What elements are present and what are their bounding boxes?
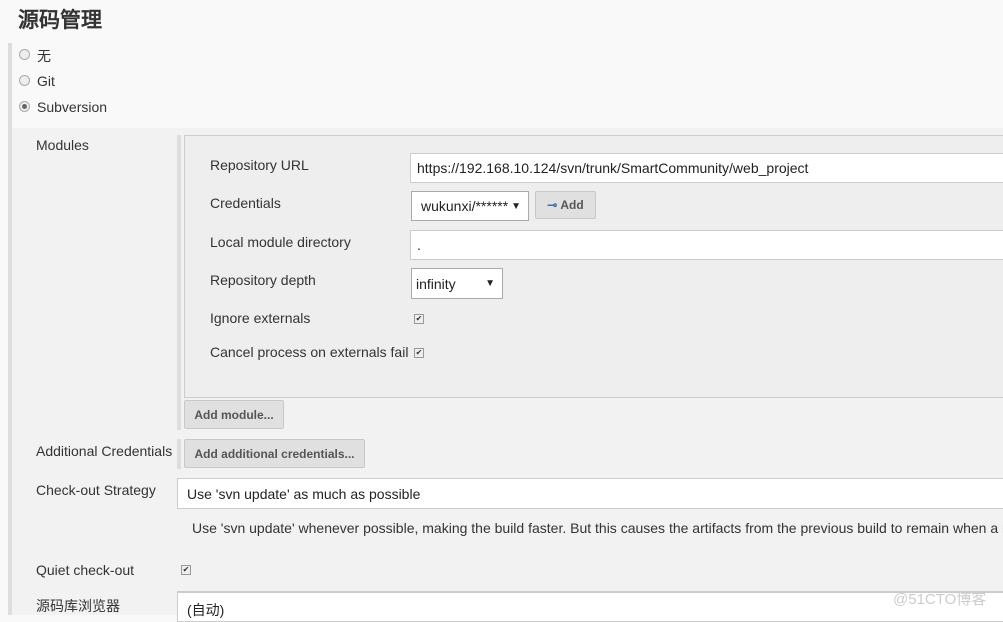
local-dir-label: Local module directory	[210, 234, 351, 250]
depth-label: Repository depth	[210, 272, 316, 288]
additional-credentials-bar	[177, 439, 181, 469]
add-module-button[interactable]: Add module...	[184, 400, 284, 429]
checkout-strategy-label: Check-out Strategy	[36, 482, 156, 498]
radio-none[interactable]	[19, 49, 30, 60]
ignore-externals-checkbox[interactable]: ✔	[414, 314, 424, 324]
cancel-externals-checkbox[interactable]: ✔	[414, 348, 424, 358]
credentials-label: Credentials	[210, 195, 281, 211]
ignore-externals-label: Ignore externals	[210, 310, 311, 326]
radio-none-label: 无	[37, 48, 51, 64]
radio-git[interactable]	[19, 75, 30, 86]
repo-browser-select[interactable]: (自动)	[177, 592, 1003, 622]
local-dir-input[interactable]: .	[410, 230, 1003, 260]
credentials-value: wukunxi/******	[421, 198, 509, 214]
repo-browser-label: 源码库浏览器	[36, 598, 120, 614]
quiet-checkout-checkbox[interactable]: ✔	[181, 565, 191, 575]
dropdown-arrow-icon: ▼	[485, 278, 495, 289]
modules-label: Modules	[36, 137, 89, 153]
repository-url-label: Repository URL	[210, 157, 309, 173]
key-icon: ⊸	[547, 198, 558, 212]
section-bar-lower	[8, 128, 12, 615]
add-additional-credentials-button[interactable]: Add additional credentials...	[184, 439, 365, 468]
repository-url-input[interactable]: https://192.168.10.124/svn/trunk/SmartCo…	[410, 153, 1003, 183]
radio-subversion[interactable]	[19, 101, 30, 112]
add-button-label: Add	[560, 198, 584, 212]
dropdown-arrow-icon: ▼	[511, 200, 521, 212]
cancel-externals-label: Cancel process on externals fail	[210, 344, 409, 360]
modules-bar	[177, 135, 181, 430]
radio-subversion-label: Subversion	[37, 99, 108, 115]
watermark: @51CTO博客	[893, 591, 987, 608]
checkout-strategy-help: Use 'svn update' whenever possible, maki…	[192, 520, 1003, 536]
checkout-strategy-select[interactable]: Use 'svn update' as much as possible	[177, 478, 1003, 509]
depth-select[interactable]: infinity ▼	[411, 268, 503, 299]
radio-git-label: Git	[37, 73, 55, 89]
page-title: 源码管理	[18, 8, 102, 32]
add-credentials-button[interactable]: ⊸ Add	[535, 191, 596, 219]
credentials-select[interactable]: wukunxi/****** ▼	[411, 191, 529, 221]
quiet-checkout-label: Quiet check-out	[36, 562, 135, 578]
additional-credentials-label: Additional Credentials	[36, 443, 173, 459]
depth-value: infinity	[416, 275, 456, 292]
